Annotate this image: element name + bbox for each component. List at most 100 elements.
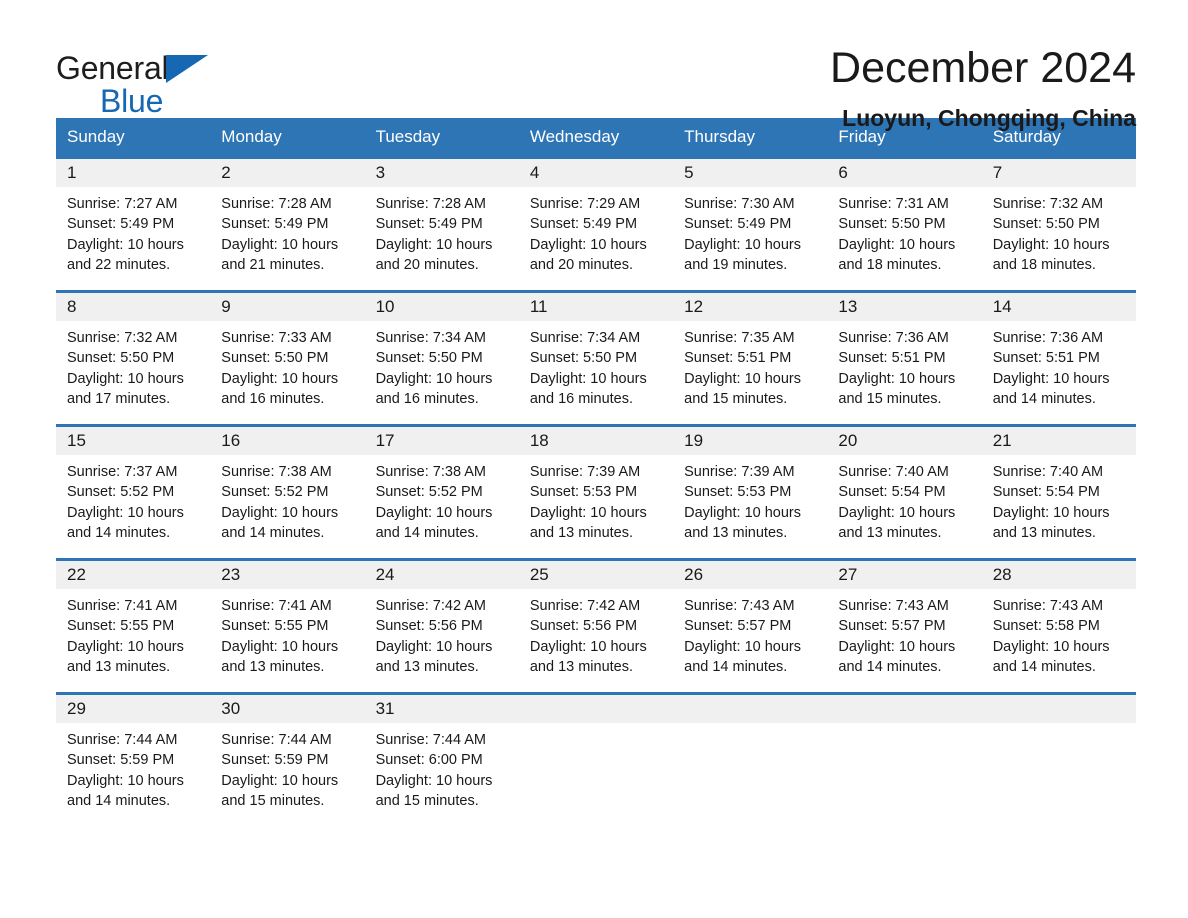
daylight-line1: Daylight: 10 hours [67,370,184,387]
day-number: 29 [56,695,211,723]
calendar-day-cell[interactable]: 19 Sunrise: 7:39 AM Sunset: 5:53 PM Dayl… [673,426,828,560]
sunrise-text: Sunrise: 7:44 AM [221,732,332,748]
day-details: Sunrise: 7:43 AM Sunset: 5:57 PM Dayligh… [827,589,981,678]
daylight-line1: Daylight: 10 hours [221,236,339,253]
day-number: 12 [673,293,828,321]
day-details: Sunrise: 7:41 AM Sunset: 5:55 PM Dayligh… [56,589,210,678]
calendar-day-cell[interactable]: 29 Sunrise: 7:44 AM Sunset: 5:59 PM Dayl… [56,694,211,828]
calendar-day-cell[interactable]: 11 Sunrise: 7:34 AM Sunset: 5:50 PM Dayl… [518,292,674,426]
day-details: Sunrise: 7:33 AM Sunset: 5:50 PM Dayligh… [210,321,364,410]
calendar-day-cell-empty [827,694,982,828]
sunset-text: Sunset: 5:50 PM [67,350,175,367]
day-number: 10 [364,293,519,321]
calendar-day-cell[interactable]: 20 Sunrise: 7:40 AM Sunset: 5:54 PM Dayl… [827,426,982,560]
daylight-line2: and 13 minutes. [67,659,171,676]
day-number: 3 [364,159,519,187]
calendar-day-cell[interactable]: 23 Sunrise: 7:41 AM Sunset: 5:55 PM Dayl… [210,560,365,694]
day-number: 4 [518,159,674,187]
calendar-table: Sunday Monday Tuesday Wednesday Thursday… [56,118,1136,828]
sunrise-text: Sunrise: 7:37 AM [67,464,178,480]
calendar-day-cell[interactable]: 17 Sunrise: 7:38 AM Sunset: 5:52 PM Dayl… [364,426,519,560]
calendar-day-cell[interactable]: 14 Sunrise: 7:36 AM Sunset: 5:51 PM Dayl… [981,292,1136,426]
calendar-day-cell[interactable]: 2 Sunrise: 7:28 AM Sunset: 5:49 PM Dayli… [210,158,365,292]
sunrise-text: Sunrise: 7:43 AM [684,598,795,614]
calendar-week-row: 22 Sunrise: 7:41 AM Sunset: 5:55 PM Dayl… [56,559,1136,694]
calendar-day-cell[interactable]: 30 Sunrise: 7:44 AM Sunset: 5:59 PM Dayl… [210,694,365,828]
daylight-line2: and 16 minutes. [529,391,634,408]
daylight-line1: Daylight: 10 hours [838,236,956,253]
daylight-line2: and 15 minutes. [375,793,479,810]
daylight-line2: and 21 minutes. [221,257,325,274]
calendar-day-cell[interactable]: 26 Sunrise: 7:43 AM Sunset: 5:57 PM Dayl… [673,560,828,694]
calendar-day-cell[interactable]: 12 Sunrise: 7:35 AM Sunset: 5:51 PM Dayl… [673,292,828,426]
sunset-text: Sunset: 5:54 PM [838,484,946,501]
day-details: Sunrise: 7:40 AM Sunset: 5:54 PM Dayligh… [982,455,1136,544]
day-details: Sunrise: 7:41 AM Sunset: 5:55 PM Dayligh… [210,589,364,678]
sunrise-text: Sunrise: 7:30 AM [684,196,795,212]
day-details: Sunrise: 7:36 AM Sunset: 5:51 PM Dayligh… [827,321,981,410]
day-details: Sunrise: 7:42 AM Sunset: 5:56 PM Dayligh… [365,589,519,678]
calendar-day-cell[interactable]: 15 Sunrise: 7:37 AM Sunset: 5:52 PM Dayl… [56,426,211,560]
calendar-day-cell[interactable]: 5 Sunrise: 7:30 AM Sunset: 5:49 PM Dayli… [673,158,828,292]
calendar-day-cell[interactable]: 31 Sunrise: 7:44 AM Sunset: 6:00 PM Dayl… [364,694,519,828]
calendar-day-cell[interactable]: 28 Sunrise: 7:43 AM Sunset: 5:58 PM Dayl… [981,560,1136,694]
sunset-text: Sunset: 5:49 PM [375,216,483,233]
daylight-line1: Daylight: 10 hours [221,504,339,521]
calendar-day-cell[interactable]: 8 Sunrise: 7:32 AM Sunset: 5:50 PM Dayli… [56,292,211,426]
day-details: Sunrise: 7:36 AM Sunset: 5:51 PM Dayligh… [982,321,1136,410]
calendar-day-cell[interactable]: 18 Sunrise: 7:39 AM Sunset: 5:53 PM Dayl… [518,426,674,560]
daylight-line2: and 14 minutes. [221,525,325,542]
day-details: Sunrise: 7:27 AM Sunset: 5:49 PM Dayligh… [56,187,210,276]
sunset-text: Sunset: 5:52 PM [67,484,175,501]
day-number: 23 [210,561,365,589]
daylight-line2: and 13 minutes. [992,525,1096,542]
daylight-line1: Daylight: 10 hours [838,638,956,655]
calendar-day-cell[interactable]: 24 Sunrise: 7:42 AM Sunset: 5:56 PM Dayl… [364,560,519,694]
daylight-line1: Daylight: 10 hours [529,370,647,387]
day-number: 24 [364,561,519,589]
daylight-line1: Daylight: 10 hours [221,638,339,655]
sunrise-text: Sunrise: 7:39 AM [529,464,641,480]
brand-logo[interactable]: General Blue [56,46,226,117]
sunrise-text: Sunrise: 7:36 AM [992,330,1104,346]
day-number: 22 [56,561,211,589]
day-number [518,695,674,723]
day-number: 16 [210,427,365,455]
sunset-text: Sunset: 5:49 PM [67,216,175,233]
calendar-day-cell[interactable]: 22 Sunrise: 7:41 AM Sunset: 5:55 PM Dayl… [56,560,211,694]
daylight-line2: and 14 minutes. [67,525,171,542]
calendar-day-cell[interactable]: 16 Sunrise: 7:38 AM Sunset: 5:52 PM Dayl… [210,426,365,560]
calendar-day-cell-empty [518,694,674,828]
day-details: Sunrise: 7:43 AM Sunset: 5:58 PM Dayligh… [982,589,1136,678]
day-number: 30 [210,695,365,723]
day-number: 27 [827,561,982,589]
sunrise-text: Sunrise: 7:32 AM [67,330,178,346]
sunrise-text: Sunrise: 7:34 AM [375,330,486,346]
sunset-text: Sunset: 5:50 PM [529,350,638,367]
calendar-day-cell[interactable]: 4 Sunrise: 7:29 AM Sunset: 5:49 PM Dayli… [518,158,674,292]
calendar-day-cell[interactable]: 21 Sunrise: 7:40 AM Sunset: 5:54 PM Dayl… [981,426,1136,560]
daylight-line1: Daylight: 10 hours [838,370,956,387]
calendar-day-cell[interactable]: 25 Sunrise: 7:42 AM Sunset: 5:56 PM Dayl… [518,560,674,694]
day-number: 6 [827,159,982,187]
sunset-text: Sunset: 5:55 PM [221,618,329,635]
calendar-day-cell[interactable]: 10 Sunrise: 7:34 AM Sunset: 5:50 PM Dayl… [364,292,519,426]
daylight-line1: Daylight: 10 hours [992,236,1110,253]
calendar-day-cell[interactable]: 6 Sunrise: 7:31 AM Sunset: 5:50 PM Dayli… [827,158,982,292]
weekday-header-tuesday: Tuesday [364,118,519,158]
calendar-day-cell[interactable]: 3 Sunrise: 7:28 AM Sunset: 5:49 PM Dayli… [364,158,519,292]
calendar-day-cell[interactable]: 27 Sunrise: 7:43 AM Sunset: 5:57 PM Dayl… [827,560,982,694]
day-number: 26 [673,561,828,589]
sunrise-text: Sunrise: 7:33 AM [221,330,332,346]
calendar-day-cell[interactable]: 7 Sunrise: 7:32 AM Sunset: 5:50 PM Dayli… [981,158,1136,292]
sunset-text: Sunset: 6:00 PM [375,752,483,769]
calendar-day-cell[interactable]: 13 Sunrise: 7:36 AM Sunset: 5:51 PM Dayl… [827,292,982,426]
calendar-week-row: 8 Sunrise: 7:32 AM Sunset: 5:50 PM Dayli… [56,291,1136,426]
calendar-day-cell[interactable]: 1 Sunrise: 7:27 AM Sunset: 5:49 PM Dayli… [56,158,211,292]
sunset-text: Sunset: 5:49 PM [221,216,329,233]
calendar-day-cell[interactable]: 9 Sunrise: 7:33 AM Sunset: 5:50 PM Dayli… [210,292,365,426]
sunset-text: Sunset: 5:50 PM [221,350,329,367]
sunset-text: Sunset: 5:56 PM [375,618,483,635]
daylight-line1: Daylight: 10 hours [684,638,801,655]
day-number: 9 [210,293,365,321]
